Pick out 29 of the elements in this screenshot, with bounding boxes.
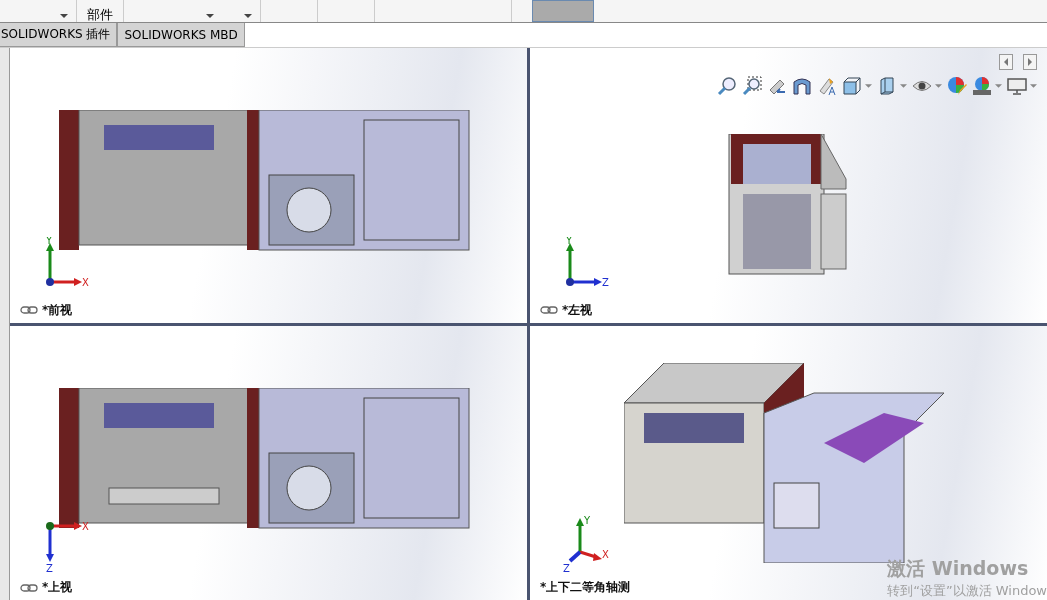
section-view-icon[interactable]	[792, 76, 812, 96]
axis-triad-drawing: Y X Z	[560, 514, 610, 574]
zoom-to-fit-icon[interactable]	[717, 76, 737, 96]
tab[interactable]: SOLIDWORKS MBD	[117, 23, 245, 47]
viewport[interactable]: Y X Z *上下二等角轴测 激活 Windows 转到“设置”以激活 Window	[530, 325, 1047, 600]
viewport[interactable]: Y Z *左视	[530, 48, 1047, 323]
activation-hint: 转到“设置”以激活 Window	[887, 582, 1047, 600]
display-style-icon[interactable]	[877, 76, 897, 96]
viewport[interactable]: Y X *前视	[10, 48, 527, 323]
caret-icon[interactable]	[206, 14, 214, 18]
axis-triad-drawing: Y Z	[560, 236, 610, 297]
view-name: *左视	[562, 301, 593, 319]
view-name: *上视	[42, 579, 73, 596]
dynamic-annotation-icon[interactable]	[817, 76, 837, 96]
edit-appearance-icon[interactable]	[947, 76, 967, 96]
axis-triad-drawing: Y X	[40, 236, 90, 297]
monitor-icon[interactable]	[1007, 76, 1027, 96]
tab[interactable]: SOLIDWORKS 插件	[0, 23, 118, 47]
zoom-area-icon[interactable]	[742, 76, 762, 96]
caret-icon[interactable]	[60, 14, 68, 18]
view-name: *前视	[42, 301, 73, 319]
axis-triad-drawing: X Z	[40, 514, 90, 574]
view-orientation-icon[interactable]	[842, 76, 862, 96]
viewport[interactable]: X Z *上视	[10, 325, 527, 600]
scene-icon[interactable]	[972, 76, 992, 96]
activation-title: 激活 Windows	[887, 556, 1030, 581]
ribbon-swatch	[532, 0, 594, 22]
view-name: *上下二等角轴测	[540, 579, 631, 596]
caret-icon[interactable]	[244, 14, 252, 18]
